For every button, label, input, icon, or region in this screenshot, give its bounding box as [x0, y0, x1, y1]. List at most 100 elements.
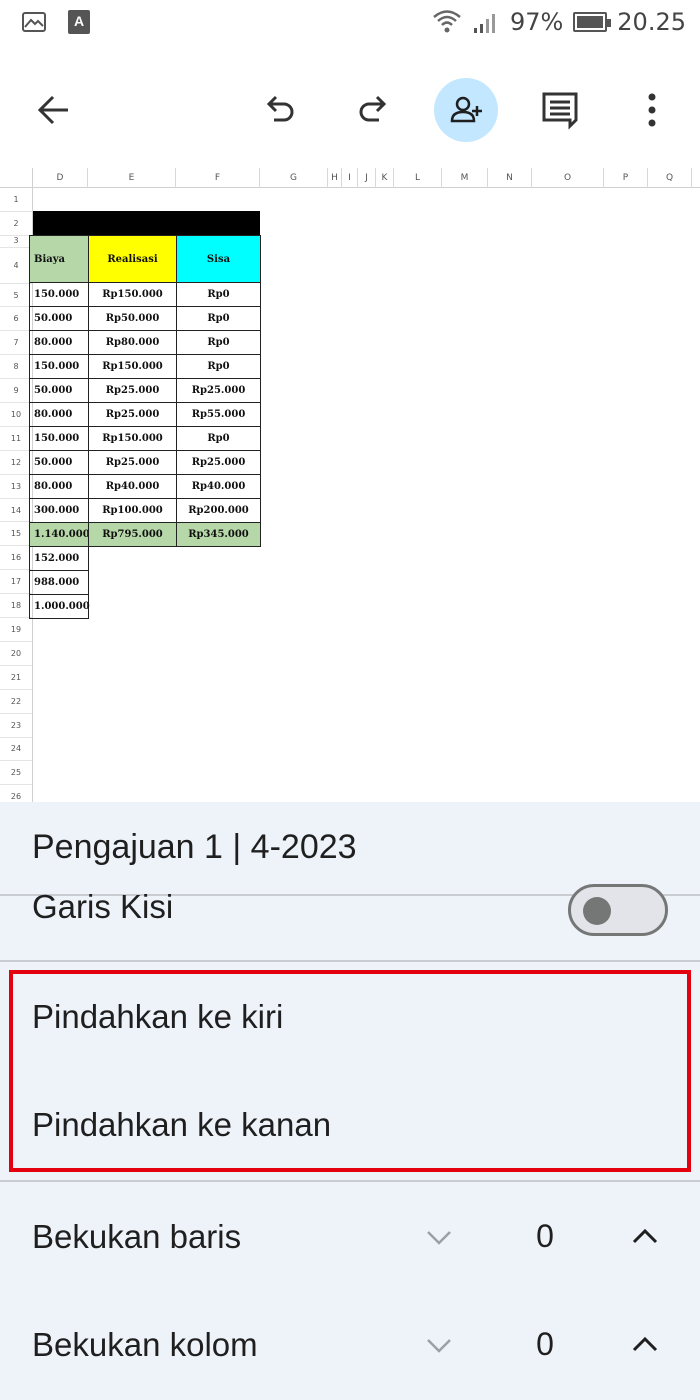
row-header[interactable]: 12 — [0, 451, 32, 475]
toolbar — [0, 50, 700, 168]
cell-biaya[interactable]: 150.000 — [29, 354, 89, 379]
column-header[interactable]: G — [260, 168, 328, 188]
row-header[interactable]: 17 — [0, 570, 32, 595]
row-header[interactable]: 23 — [0, 714, 32, 738]
cell-extra[interactable]: 1.000.000 — [29, 594, 90, 619]
cell-realisasi[interactable]: Rp150.000 — [88, 354, 177, 379]
row-header[interactable]: 24 — [0, 738, 32, 762]
header-cell-realisasi[interactable]: Realisasi — [88, 235, 177, 283]
column-header[interactable]: J — [358, 168, 376, 188]
column-header[interactable]: K — [376, 168, 394, 188]
cell-sisa[interactable]: Rp200.000 — [176, 498, 261, 523]
cell-realisasi[interactable]: Rp150.000 — [88, 282, 177, 307]
move-right-option[interactable]: Pindahkan ke kanan — [32, 1106, 331, 1144]
row-header[interactable]: 7 — [0, 331, 32, 356]
row-header[interactable]: 2 — [0, 212, 32, 236]
cell-sisa[interactable]: Rp0 — [176, 282, 261, 307]
row-header[interactable]: 26 — [0, 785, 32, 802]
cell-sisa[interactable]: Rp40.000 — [176, 474, 261, 499]
cell-sisa[interactable]: Rp25.000 — [176, 450, 261, 475]
header-cell-biaya[interactable]: Biaya — [29, 235, 89, 283]
divider — [0, 1180, 700, 1182]
cell-total-sisa[interactable]: Rp345.000 — [176, 522, 261, 547]
column-header[interactable]: N — [488, 168, 532, 188]
cell-extra[interactable]: 988.000 — [29, 570, 89, 595]
row-header[interactable]: 13 — [0, 475, 32, 499]
cell-sisa[interactable]: Rp0 — [176, 306, 261, 331]
cell-biaya[interactable]: 80.000 — [29, 474, 89, 499]
column-header[interactable]: E — [88, 168, 176, 188]
cell-sisa[interactable]: Rp0 — [176, 426, 261, 451]
cell-realisasi[interactable]: Rp100.000 — [88, 498, 177, 523]
row-header[interactable]: 20 — [0, 642, 32, 666]
row-header[interactable]: 11 — [0, 427, 32, 451]
column-header[interactable]: I — [342, 168, 358, 188]
cell-biaya[interactable]: 50.000 — [29, 378, 89, 403]
chevron-up-icon[interactable] — [630, 1222, 660, 1252]
cell-total-realisasi[interactable]: Rp795.000 — [88, 522, 177, 547]
cell-biaya[interactable]: 80.000 — [29, 402, 89, 427]
cell-realisasi[interactable]: Rp25.000 — [88, 450, 177, 475]
header-cell-sisa[interactable]: Sisa — [176, 235, 261, 283]
cell-sisa[interactable]: Rp0 — [176, 354, 261, 379]
cell-realisasi[interactable]: Rp25.000 — [88, 402, 177, 427]
cell-realisasi[interactable]: Rp25.000 — [88, 378, 177, 403]
spreadsheet-grid[interactable]: D E F G H I J K L M N O P Q 1 2 3 4 5 6 … — [0, 168, 700, 802]
chevron-down-icon[interactable] — [424, 1330, 454, 1360]
column-header[interactable]: O — [532, 168, 604, 188]
row-header[interactable]: 8 — [0, 355, 32, 380]
row-header[interactable]: 22 — [0, 690, 32, 714]
cell-realisasi[interactable]: Rp50.000 — [88, 306, 177, 331]
chevron-up-icon[interactable] — [630, 1330, 660, 1360]
column-header[interactable]: D — [33, 168, 88, 188]
more-options-button[interactable] — [620, 78, 684, 142]
cell-realisasi[interactable]: Rp150.000 — [88, 426, 177, 451]
row-header[interactable]: 5 — [0, 284, 32, 308]
column-header[interactable]: M — [442, 168, 488, 188]
move-left-option[interactable]: Pindahkan ke kiri — [32, 998, 283, 1036]
select-all-corner[interactable] — [0, 168, 33, 188]
cell-biaya[interactable]: 80.000 — [29, 330, 89, 355]
row-header[interactable]: 10 — [0, 403, 32, 427]
row-header[interactable]: 4 — [0, 248, 32, 284]
gridlines-toggle[interactable] — [568, 884, 668, 936]
comment-button[interactable] — [528, 78, 592, 142]
row-header[interactable]: 1 — [0, 188, 32, 212]
cell-biaya[interactable]: 50.000 — [29, 450, 89, 475]
row-header[interactable]: 18 — [0, 594, 32, 619]
undo-button[interactable] — [248, 78, 312, 142]
column-header[interactable]: F — [176, 168, 260, 188]
cell-total-biaya[interactable]: 1.140.000 — [29, 522, 90, 547]
cell-sisa[interactable]: Rp25.000 — [176, 378, 261, 403]
keyboard-notification-icon: A — [68, 10, 90, 34]
column-header[interactable]: L — [394, 168, 442, 188]
cell-biaya[interactable]: 300.000 — [29, 498, 89, 523]
row-header[interactable]: 6 — [0, 307, 32, 332]
redo-button[interactable] — [341, 78, 405, 142]
cell-realisasi[interactable]: Rp40.000 — [88, 474, 177, 499]
row-header[interactable]: 15 — [0, 522, 32, 547]
row-header[interactable]: 3 — [0, 236, 32, 248]
cell-biaya[interactable]: 150.000 — [29, 282, 89, 307]
row-header[interactable]: 16 — [0, 546, 32, 571]
merged-black-cell[interactable] — [33, 211, 260, 235]
row-header[interactable]: 9 — [0, 379, 32, 404]
cell-biaya[interactable]: 50.000 — [29, 306, 89, 331]
cell-sisa[interactable]: Rp55.000 — [176, 402, 261, 427]
row-header[interactable]: 25 — [0, 761, 32, 786]
row-header[interactable]: 19 — [0, 618, 32, 642]
cell-sisa[interactable]: Rp0 — [176, 330, 261, 355]
notification-icons: A — [22, 10, 90, 34]
cell-realisasi[interactable]: Rp80.000 — [88, 330, 177, 355]
column-header[interactable]: Q — [648, 168, 692, 188]
back-button[interactable] — [22, 78, 86, 142]
share-button[interactable] — [434, 78, 498, 142]
chevron-down-icon[interactable] — [424, 1222, 454, 1252]
row-header[interactable]: 21 — [0, 666, 32, 690]
row-header[interactable]: 14 — [0, 499, 32, 523]
column-header[interactable]: P — [604, 168, 648, 188]
cell-biaya[interactable]: 150.000 — [29, 426, 89, 451]
cell-extra[interactable]: 152.000 — [29, 546, 89, 571]
sheet-name-title[interactable]: Pengajuan 1 | 4-2023 — [32, 828, 357, 867]
column-header[interactable]: H — [328, 168, 342, 188]
